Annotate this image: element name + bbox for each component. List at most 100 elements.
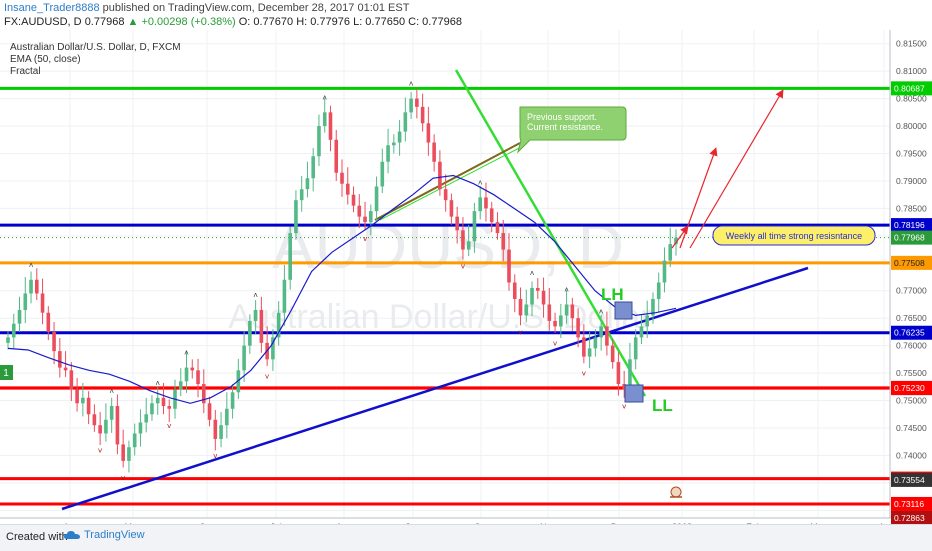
- candle-body: [161, 397, 166, 407]
- lh-box: [614, 301, 633, 320]
- candle-body: [587, 348, 592, 357]
- candle-body: [484, 197, 488, 209]
- tradingview-cloud-icon: [64, 531, 80, 539]
- fractal-up: ˄: [599, 307, 604, 316]
- callout-yellow: Weekly all time strong resisntance: [712, 225, 876, 246]
- candle-body: [40, 293, 45, 313]
- publish-header: Insane_Trader8888 published on TradingVi…: [0, 0, 932, 30]
- candle-body: [322, 112, 327, 127]
- candle-body: [11, 323, 16, 338]
- candle-body: [294, 200, 298, 234]
- y-tick-label: 0.81500: [896, 39, 927, 49]
- candle-body: [144, 414, 149, 423]
- candle-body: [299, 189, 304, 201]
- candle-body: [282, 279, 287, 313]
- candle-body: [259, 309, 264, 343]
- price-tag-label: 0.77968: [894, 233, 925, 243]
- candle-body: [616, 362, 621, 385]
- candle-body: [86, 397, 91, 415]
- candle-body: [305, 178, 310, 190]
- y-tick-label: 0.79000: [896, 176, 927, 186]
- candle-body: [155, 397, 160, 404]
- candle-body: [104, 419, 108, 434]
- fractal-down: ˅: [461, 263, 466, 272]
- fractal-up: ˄: [478, 178, 483, 187]
- candle-body: [530, 287, 534, 305]
- fractal-up: ˄: [29, 261, 34, 270]
- y-tick-label: 0.78500: [896, 203, 927, 213]
- candle-body: [328, 112, 333, 140]
- fractal-down: ˅: [213, 452, 218, 461]
- y-tick-label: 0.77000: [896, 286, 927, 296]
- price-change: ▲ +0.00298 (+0.38%): [127, 16, 236, 28]
- y-tick-label: 0.75500: [896, 368, 927, 378]
- lh-label: LH: [601, 285, 624, 304]
- candle-body: [415, 98, 419, 107]
- y-tick-label: 0.81000: [896, 66, 927, 76]
- fractal-down: ˅: [265, 372, 270, 381]
- candle-body: [363, 216, 367, 223]
- y-tick-label: 0.76000: [896, 341, 927, 351]
- published-text: published on TradingView.com, December 2…: [102, 2, 410, 14]
- fractal-up: ˄: [564, 285, 569, 294]
- candle-body: [253, 309, 258, 321]
- fractal-down: ˅: [363, 235, 368, 244]
- candle-body: [478, 197, 483, 212]
- y-tick-label: 0.80000: [896, 121, 927, 131]
- candle-body: [196, 370, 200, 385]
- symbol-ohlc-line: FX:AUDUSD, D 0.77968 ▲ +0.00298 (+0.38%)…: [4, 16, 462, 28]
- price-tag-label: 0.73554: [894, 475, 925, 485]
- candle-body: [610, 345, 615, 363]
- candle-body: [461, 230, 465, 250]
- fractal-up: ˄: [322, 93, 327, 102]
- candle-body: [559, 315, 563, 327]
- candle-body: [34, 279, 39, 294]
- candle-body: [132, 433, 137, 448]
- price-chart[interactable]: AUDUSD, D Australian Dollar/U.S. Dollar …: [0, 30, 932, 524]
- candle-body: [426, 123, 431, 143]
- tradingview-brand[interactable]: TradingView: [64, 529, 145, 541]
- candle-body: [645, 315, 650, 327]
- candle-body: [334, 139, 339, 173]
- candle-body: [420, 106, 425, 124]
- candle-body: [317, 126, 321, 157]
- candle-body: [207, 403, 212, 420]
- price-axis[interactable]: 0.815000.810000.805000.800000.795000.790…: [891, 39, 932, 524]
- candle-body: [582, 337, 586, 357]
- candle-body: [633, 337, 638, 360]
- fractal-up: ˄: [184, 349, 189, 358]
- candle-body: [150, 403, 154, 415]
- fractal-down: ˅: [167, 422, 172, 431]
- footer-bar: Created with TradingView: [0, 524, 932, 551]
- y-tick-label: 0.74000: [896, 450, 927, 460]
- fractal-up: ˄: [409, 80, 414, 89]
- author-link[interactable]: Insane_Trader8888: [4, 2, 100, 14]
- fractal-up: ˄: [155, 379, 160, 388]
- y-tick-label: 0.74500: [896, 423, 927, 433]
- level-price-label: 0.73116: [894, 499, 924, 509]
- left-marker-text: 1: [3, 368, 9, 379]
- legend-ema: EMA (50, close): [10, 54, 81, 65]
- candle-body: [288, 233, 292, 280]
- candle-body: [438, 161, 442, 190]
- candle-body: [599, 326, 603, 338]
- ohlc-values: O: 0.77670 H: 0.77976 L: 0.77650 C: 0.77…: [238, 16, 462, 28]
- fractal-up: ˄: [530, 269, 535, 278]
- created-with-text: Created with: [6, 531, 68, 543]
- candle-body: [553, 320, 557, 327]
- candle-body: [351, 194, 356, 206]
- ll-label: LL: [652, 396, 673, 415]
- symbol-name: FX:AUDUSD, D: [4, 16, 82, 28]
- candle-body: [345, 183, 350, 195]
- candle-body: [75, 389, 79, 404]
- candle-body: [501, 233, 506, 250]
- candle-body: [138, 422, 143, 434]
- y-tick-label: 0.79500: [896, 149, 927, 159]
- candle-body: [225, 408, 229, 426]
- callout-yellow-text: Weekly all time strong resisntance: [726, 231, 862, 241]
- tradingview-brand-label: TradingView: [84, 529, 145, 541]
- candle-body: [507, 249, 511, 283]
- fractal-down: ˅: [622, 403, 627, 412]
- level-price-label: 0.78196: [894, 220, 925, 230]
- candle-body: [357, 205, 362, 217]
